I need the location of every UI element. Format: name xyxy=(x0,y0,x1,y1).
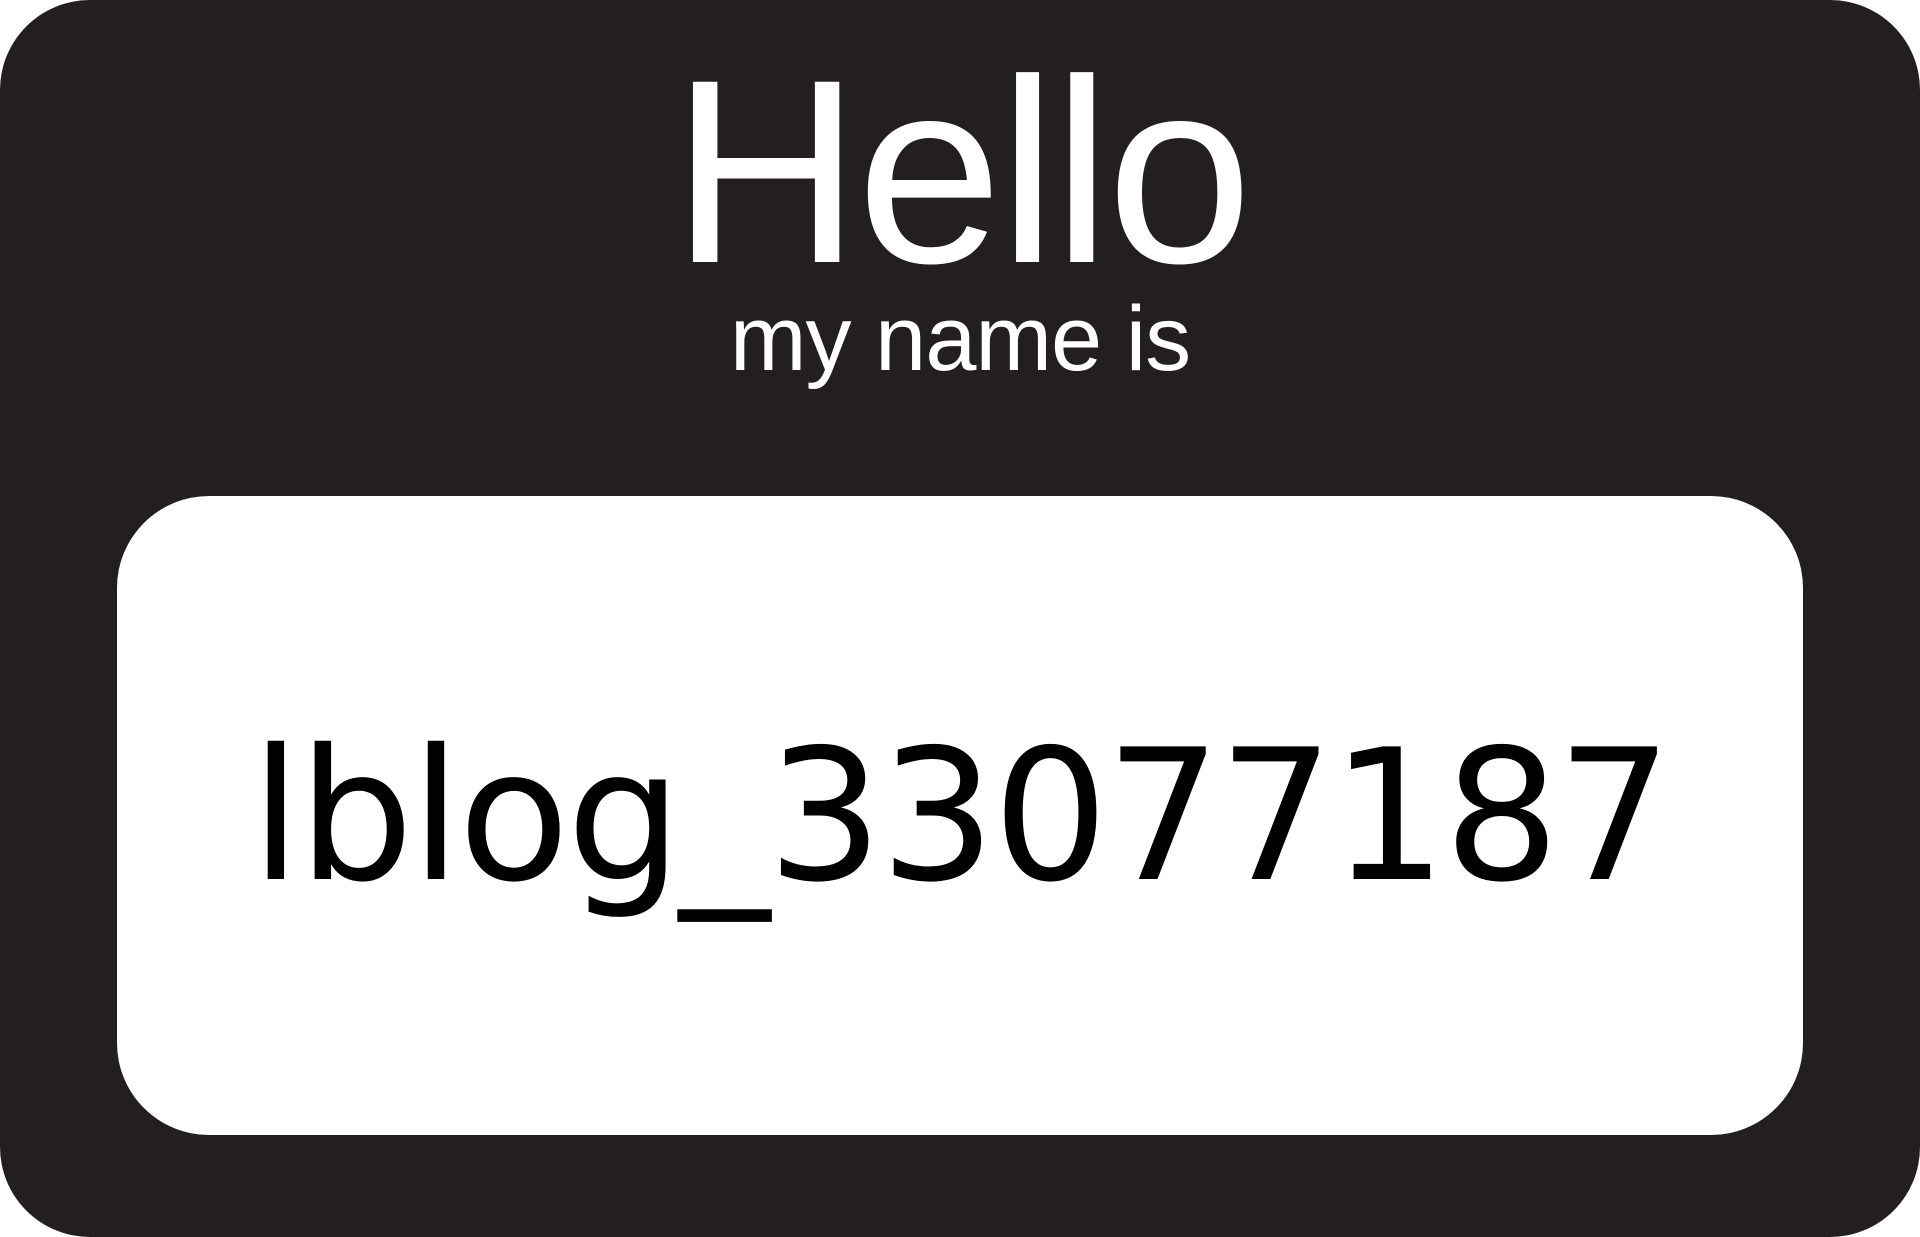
name-tag-badge: Hello my name is lblog_33077187 xyxy=(0,0,1920,1237)
name-text: lblog_33077187 xyxy=(250,709,1673,922)
name-panel: lblog_33077187 xyxy=(117,496,1803,1135)
greeting-heading: Hello xyxy=(671,25,1252,318)
subtitle-text: my name is xyxy=(729,288,1191,390)
